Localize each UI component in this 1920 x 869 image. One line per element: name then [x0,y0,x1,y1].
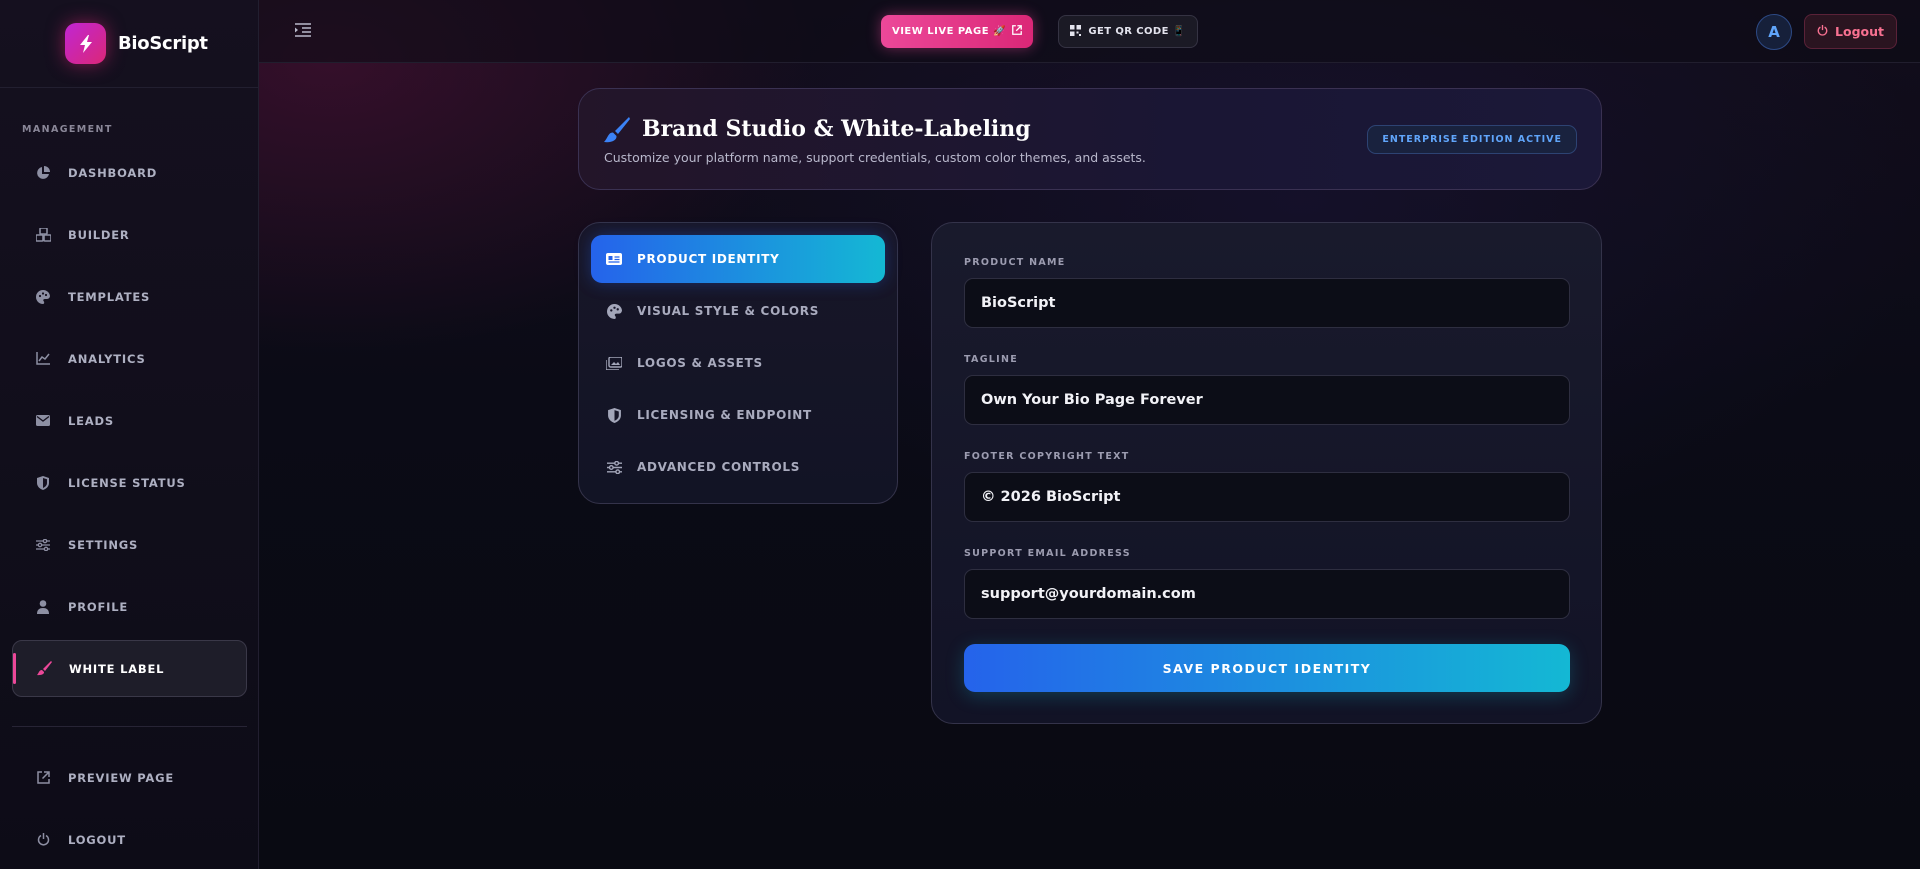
get-qr-code-label: GET QR CODE 📱 [1088,26,1186,37]
status-badge: ENTERPRISE EDITION ACTIVE [1367,125,1577,154]
brand[interactable]: BioScript [0,0,258,88]
page-subtitle: Customize your platform name, support cr… [604,150,1146,165]
tab-product-identity[interactable]: PRODUCT IDENTITY [591,235,885,283]
sidebar-item-label: PREVIEW PAGE [68,770,175,785]
sidebar-item-leads[interactable]: LEADS [12,392,247,449]
sidebar-bottom-nav: PREVIEW PAGE LOGOUT [12,749,247,869]
cubes-icon [35,227,51,243]
product-name-label: PRODUCT NAME [964,257,1066,268]
external-link-icon [1012,25,1022,38]
bolt-icon [65,23,106,64]
sidebar-item-label: LOGOUT [68,832,126,847]
tab-licensing-endpoint[interactable]: LICENSING & ENDPOINT [591,391,885,439]
qr-code-icon [1070,24,1082,39]
section-label-management: MANAGEMENT [22,124,113,135]
footer-copyright-label: FOOTER COPYRIGHT TEXT [964,451,1130,462]
sliders-icon [35,537,51,553]
sidebar-item-label: TEMPLATES [68,289,151,304]
tab-label: VISUAL STYLE & COLORS [637,304,820,318]
settings-tabs: PRODUCT IDENTITY VISUAL STYLE & COLORS L… [578,222,898,504]
tagline-label: TAGLINE [964,354,1019,365]
sidebar-item-profile[interactable]: PROFILE [12,578,247,635]
sidebar-item-templates[interactable]: TEMPLATES [12,268,247,325]
top-bar: VIEW LIVE PAGE 🚀 GET QR CODE 📱 A Logout [259,0,1920,63]
sidebar-item-logout[interactable]: LOGOUT [12,811,247,868]
sidebar-item-settings[interactable]: SETTINGS [12,516,247,573]
brand-name: BioScript [118,33,208,54]
tab-logos-assets[interactable]: LOGOS & ASSETS [591,339,885,387]
sidebar-item-label: SETTINGS [68,537,139,552]
tab-advanced-controls[interactable]: ADVANCED CONTROLS [591,443,885,491]
power-icon [1817,24,1828,39]
tab-label: LOGOS & ASSETS [637,356,763,370]
sidebar-item-label: LEADS [68,413,114,428]
avatar[interactable]: A [1756,14,1792,50]
palette-icon [605,302,623,320]
external-link-icon [35,770,51,786]
sidebar-item-label: BUILDER [68,227,130,242]
sliders-icon [605,458,623,476]
save-product-identity-button[interactable]: SAVE PRODUCT IDENTITY [964,644,1570,692]
tab-label: ADVANCED CONTROLS [637,460,801,474]
sidebar-item-label: LICENSE STATUS [68,475,186,490]
support-email-label: SUPPORT EMAIL ADDRESS [964,548,1131,559]
sidebar-item-label: WHITE LABEL [69,661,165,676]
sidebar-item-license-status[interactable]: LICENSE STATUS [12,454,247,511]
id-card-icon [605,250,623,268]
product-identity-form: PRODUCT NAME TAGLINE FOOTER COPYRIGHT TE… [931,222,1602,724]
page-title: Brand Studio & White-Labeling [642,116,1031,142]
sidebar-item-analytics[interactable]: ANALYTICS [12,330,247,387]
palette-icon [35,289,51,305]
images-icon [605,354,623,372]
view-live-page-button[interactable]: VIEW LIVE PAGE 🚀 [881,15,1033,48]
tab-visual-style-colors[interactable]: VISUAL STYLE & COLORS [591,287,885,335]
tagline-field[interactable] [964,375,1570,425]
shield-icon [35,475,51,491]
footer-copyright-field[interactable] [964,472,1570,522]
tab-label: LICENSING & ENDPOINT [637,408,812,422]
sidebar-item-dashboard[interactable]: DASHBOARD [12,144,247,201]
pie-chart-icon [35,165,51,181]
view-live-page-label: VIEW LIVE PAGE 🚀 [891,26,1007,37]
brush-icon [604,117,630,143]
brand-studio-header: Brand Studio & White-Labeling Customize … [578,88,1602,190]
brush-icon [36,661,52,677]
sidebar-item-preview-page[interactable]: PREVIEW PAGE [12,749,247,806]
logout-label: Logout [1835,24,1884,39]
user-icon [35,599,51,615]
sidebar-item-label: ANALYTICS [68,351,146,366]
menu-toggle-icon[interactable] [295,22,313,40]
sidebar-item-white-label[interactable]: WHITE LABEL [12,640,247,697]
support-email-field[interactable] [964,569,1570,619]
logout-button[interactable]: Logout [1804,14,1897,49]
product-name-field[interactable] [964,278,1570,328]
sidebar-item-builder[interactable]: BUILDER [12,206,247,263]
line-chart-icon [35,351,51,367]
sidebar-item-label: PROFILE [68,599,128,614]
shield-icon [605,406,623,424]
envelope-icon [35,413,51,429]
power-icon [35,832,51,848]
get-qr-code-button[interactable]: GET QR CODE 📱 [1058,15,1198,48]
sidebar-item-label: DASHBOARD [68,165,158,180]
sidebar-nav: DASHBOARD BUILDER TEMPLATES ANALYTICS LE… [12,144,247,702]
tab-label: PRODUCT IDENTITY [637,252,780,266]
sidebar: BioScript MANAGEMENT DASHBOARD BUILDER T… [0,0,259,869]
sidebar-divider [12,726,247,727]
